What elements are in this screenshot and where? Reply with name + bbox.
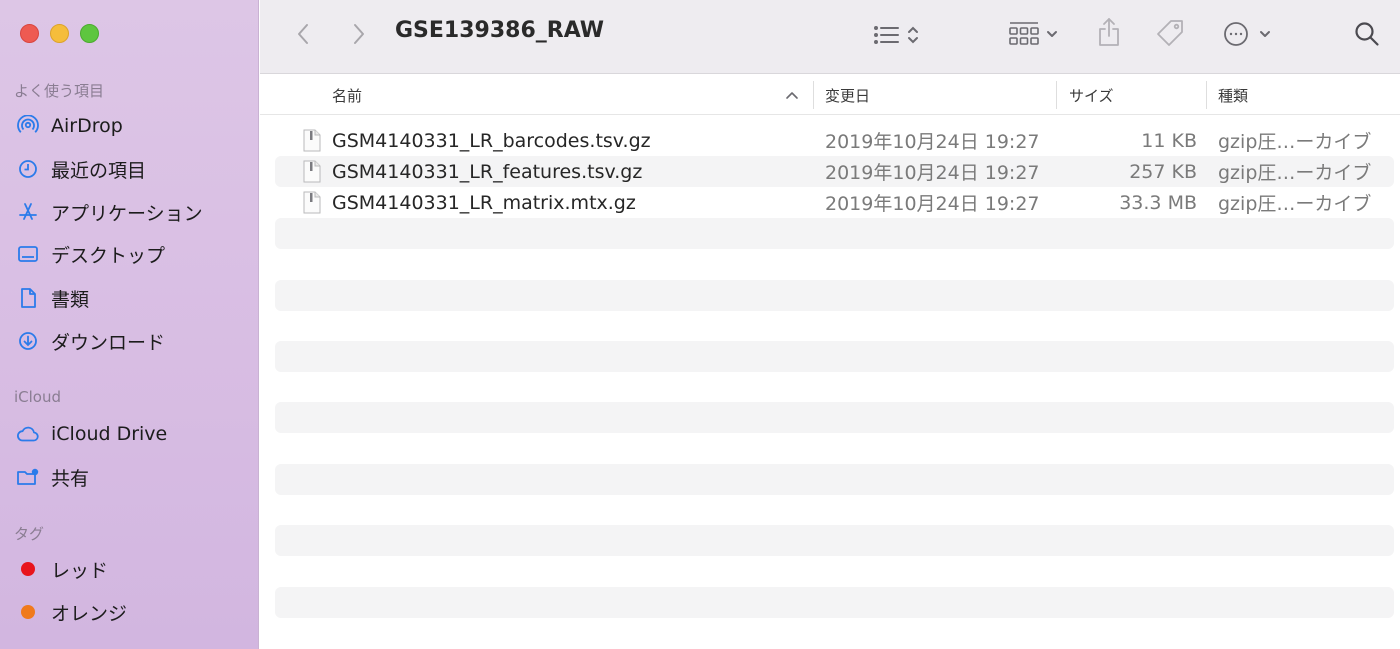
file-name: GSM4140331_LR_features.tsv.gz [332,160,643,183]
sort-ascending-icon[interactable] [785,75,799,115]
empty-row-stripe [275,341,1394,372]
search-icon [1355,22,1379,46]
sidebar-item-desktop[interactable]: デスクトップ [16,239,165,269]
group-button[interactable] [1004,18,1068,50]
document-icon [16,286,40,310]
tag-button[interactable] [1152,16,1188,52]
tags-section-title: タグ [14,525,45,543]
column-header: 名前 変更日 サイズ 種類 [260,75,1400,115]
gzip-file-icon [303,129,321,152]
ellipsis-circle-icon [1224,22,1270,46]
view-options-button[interactable] [868,20,928,50]
sidebar-item-label: デスクトップ [51,244,166,267]
file-kind: gzip圧…ーカイブ [1218,193,1372,215]
empty-row-stripe [275,587,1394,618]
column-divider[interactable] [813,81,814,109]
empty-row-stripe [275,280,1394,311]
sidebar-item-applications[interactable]: アプリケーション [16,197,203,227]
empty-row-stripe [275,525,1394,556]
file-row[interactable]: GSM4140331_LR_barcodes.tsv.gz 2019年10月24… [275,125,1394,156]
tag-color-dot [16,600,40,624]
sidebar-item-icloud-drive[interactable]: iCloud Drive [16,419,167,449]
shared-folder-icon [16,465,40,489]
grid-group-icon [1009,22,1057,45]
sidebar-item-label: iCloud Drive [51,423,168,445]
column-header-size[interactable]: サイズ [1069,75,1114,115]
file-date: 2019年10月24日 19:27 [825,162,1040,184]
share-button[interactable] [1094,14,1124,50]
list-view-icon [874,26,918,44]
sidebar-item-shared[interactable]: 共有 [16,462,89,492]
cloud-icon [16,422,40,446]
window-title: GSE139386_RAW [395,18,605,43]
sidebar-item-tag-orange[interactable]: オレンジ [16,597,127,627]
file-row[interactable]: GSM4140331_LR_features.tsv.gz 2019年10月24… [275,156,1394,187]
sidebar-item-tag-red[interactable]: レッド [16,554,108,584]
file-size: 33.3 MB [1119,191,1197,214]
close-button[interactable] [20,24,39,43]
sidebar-item-downloads[interactable]: ダウンロード [16,326,165,356]
gzip-file-icon [303,191,321,214]
sidebar-item-label: アプリケーション [51,202,203,225]
sidebar-item-label: レッド [51,559,109,582]
toolbar: GSE139386_RAW [260,0,1400,74]
file-kind: gzip圧…ーカイブ [1218,162,1372,184]
file-kind: gzip圧…ーカイブ [1218,131,1372,153]
column-header-date[interactable]: 変更日 [825,75,870,115]
minimize-button[interactable] [50,24,69,43]
column-header-kind[interactable]: 種類 [1218,75,1248,115]
sidebar-item-label: 共有 [51,467,90,490]
chevron-left-icon [298,24,308,44]
sidebar-item-label: 書類 [51,288,90,311]
column-divider[interactable] [1206,81,1207,109]
zoom-button[interactable] [80,24,99,43]
more-actions-button[interactable] [1220,18,1278,50]
sidebar-item-label: オレンジ [51,602,128,625]
icloud-section-title: iCloud [14,388,62,406]
download-icon [16,329,40,353]
sidebar-item-recents[interactable]: 最近の項目 [16,154,146,184]
file-row[interactable]: GSM4140331_LR_matrix.mtx.gz 2019年10月24日 … [275,187,1394,218]
clock-icon [16,157,40,181]
share-icon [1099,18,1119,46]
file-name: GSM4140331_LR_matrix.mtx.gz [332,191,636,214]
empty-row-stripe [275,464,1394,495]
empty-row-stripe [275,402,1394,433]
favorites-section-title: よく使う項目 [14,82,105,100]
empty-row-stripe [275,218,1394,249]
tag-icon [1157,20,1183,46]
forward-button[interactable] [346,20,372,48]
column-header-name[interactable]: 名前 [332,75,362,115]
sidebar-item-label: ダウンロード [51,331,166,354]
back-button[interactable] [290,20,316,48]
sidebar-item-documents[interactable]: 書類 [16,283,89,313]
sidebar-item-airdrop[interactable]: AirDrop [16,111,123,141]
tag-color-dot [16,557,40,581]
sidebar: よく使う項目 AirDrop 最近の項目 アプリケーション デスクトップ 書類 [0,0,259,649]
column-divider[interactable] [1056,81,1057,109]
file-date: 2019年10月24日 19:27 [825,131,1040,153]
file-date: 2019年10月24日 19:27 [825,193,1040,215]
file-name: GSM4140331_LR_barcodes.tsv.gz [332,129,651,152]
airdrop-icon [16,114,40,138]
file-size: 257 KB [1129,160,1197,183]
search-button[interactable] [1350,18,1384,50]
gzip-file-icon [303,160,321,183]
applications-icon [16,200,40,224]
desktop-icon [16,242,40,266]
sidebar-item-label: AirDrop [51,115,123,137]
file-size: 11 KB [1141,129,1197,152]
window-controls [20,24,99,43]
chevron-right-icon [354,24,364,44]
sidebar-item-label: 最近の項目 [51,159,147,182]
